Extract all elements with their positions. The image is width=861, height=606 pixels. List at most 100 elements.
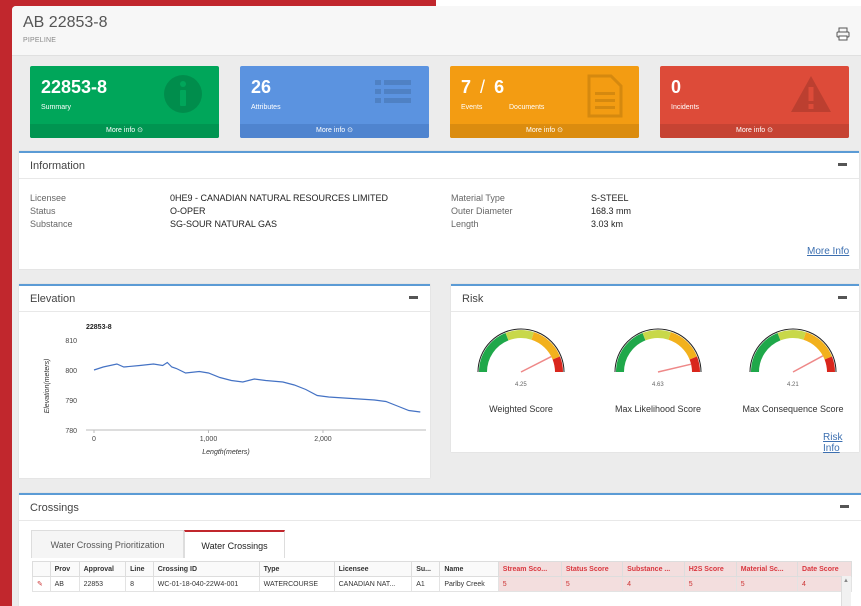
column-header[interactable]: Substance ... xyxy=(622,561,685,577)
page-title: AB 22853-8 xyxy=(23,14,108,31)
table-row[interactable]: ✎ AB 22853 8 WC-01-18-040-22W4-001 WATERCOURS… xyxy=(32,576,852,592)
column-header[interactable] xyxy=(32,561,51,577)
column-header[interactable]: Approval xyxy=(78,561,127,577)
material-type-label: Material Type xyxy=(451,193,505,203)
x-tick-label: 0 xyxy=(92,436,96,443)
y-tick-label: 790 xyxy=(65,398,77,405)
collapse-icon[interactable] xyxy=(409,296,418,299)
risk-gauge xyxy=(471,322,571,382)
table-header-row: Prov Approval Line Crossing ID Type Licensee S… xyxy=(32,561,852,577)
collapse-icon[interactable] xyxy=(838,296,847,299)
y-tick-label: 800 xyxy=(65,368,77,375)
attributes-value: 26 xyxy=(251,77,272,97)
incidents-more-info-link[interactable]: More info ⊙ xyxy=(660,124,849,138)
table-cell: Parlby Creek xyxy=(439,576,499,592)
elevation-panel: Elevation 22853-8 810 800 790 780 0 1,000 2,0… xyxy=(19,284,430,478)
crossings-title: Crossings xyxy=(30,502,79,514)
events-label: Events xyxy=(461,104,483,111)
main-panel: AB 22853-8 PIPELINE 22853-8 Summary More… xyxy=(12,6,861,606)
summary-label: Summary xyxy=(41,104,71,111)
elevation-header: Elevation xyxy=(19,286,430,312)
summary-more-info-link[interactable]: More info ⊙ xyxy=(30,124,219,138)
substance-label: Substance xyxy=(30,219,73,229)
page-subtitle: PIPELINE xyxy=(23,37,57,44)
summary-value: 22853-8 xyxy=(41,77,108,97)
gauge-score: 4.25 xyxy=(515,382,527,388)
elevation-series-line xyxy=(93,361,421,413)
crossings-header: Crossings xyxy=(19,495,861,521)
elevation-title: Elevation xyxy=(30,293,76,305)
table-cell: WC-01-18-040-22W4-001 xyxy=(152,576,260,592)
column-header[interactable]: H2S Score xyxy=(683,561,737,577)
gauge-label: Weighted Score xyxy=(489,404,553,414)
elevation-chart: 22853-8 810 800 790 780 0 1,000 2,000 Elevati… xyxy=(44,324,426,456)
table-cell: 5 xyxy=(683,576,737,592)
licensee-value: 0HE9 - CANADIAN NATURAL RESOURCES LIMITE… xyxy=(170,193,389,203)
column-header[interactable]: Line xyxy=(125,561,154,577)
incidents-box[interactable]: 0 Incidents More info ⊙ xyxy=(660,66,849,138)
length-label: Length xyxy=(451,219,479,229)
status-label: Status xyxy=(30,206,56,216)
column-header[interactable]: Stream Sco... xyxy=(497,561,562,577)
length-value: 3.03 km xyxy=(591,219,624,229)
print-icon[interactable] xyxy=(836,27,850,41)
information-panel: Information Licensee 0HE9 - CANADIAN NAT… xyxy=(19,151,859,269)
column-header[interactable]: Type xyxy=(258,561,335,577)
column-header[interactable]: Licensee xyxy=(333,561,413,577)
more-info-link[interactable]: More Info xyxy=(807,246,849,257)
chart-title: 22853-8 xyxy=(86,324,112,331)
crossings-table: Prov Approval Line Crossing ID Type Licensee S… xyxy=(32,561,852,592)
substance-value: SG-SOUR NATURAL GAS xyxy=(170,219,278,229)
column-header[interactable]: Su... xyxy=(411,561,441,577)
outer-diameter-label: Outer Diameter xyxy=(451,206,513,216)
summary-box[interactable]: 22853-8 Summary More info ⊙ xyxy=(30,66,219,138)
edit-icon[interactable]: ✎ xyxy=(32,576,51,592)
table-scrollbar[interactable]: ▲ xyxy=(841,576,851,606)
info-icon xyxy=(163,74,203,117)
document-icon xyxy=(587,74,623,121)
table-cell: 4 xyxy=(622,576,685,592)
incidents-label: Incidents xyxy=(671,104,700,111)
crossings-tabs: Water Crossing Prioritization Water Cros… xyxy=(31,530,285,558)
column-header[interactable]: Prov xyxy=(49,561,80,577)
page-header: AB 22853-8 PIPELINE xyxy=(12,6,861,56)
column-header[interactable]: Material Sc... xyxy=(735,561,799,577)
outer-diameter-value: 168.3 mm xyxy=(591,206,632,216)
column-header[interactable]: Name xyxy=(439,561,499,577)
gauge-label: Max Consequence Score xyxy=(742,404,844,414)
table-cell: WATERCOURSE xyxy=(258,576,335,592)
licensee-label: Licensee xyxy=(30,193,67,203)
documents-label: Documents xyxy=(509,104,545,111)
attributes-box[interactable]: 26 Attributes More info ⊙ xyxy=(240,66,429,138)
scroll-up-icon[interactable]: ▲ xyxy=(843,578,849,584)
table-cell: CANADIAN NAT... xyxy=(333,576,413,592)
table-cell: 5 xyxy=(735,576,799,592)
table-cell: 5 xyxy=(497,576,562,592)
table-cell: 8 xyxy=(125,576,154,592)
incidents-value: 0 xyxy=(671,77,682,97)
tab-water-crossing-prioritization[interactable]: Water Crossing Prioritization xyxy=(31,530,184,558)
column-header[interactable]: Status Score xyxy=(560,561,624,577)
tab-water-crossings[interactable]: Water Crossings xyxy=(184,530,285,558)
information-header: Information xyxy=(19,153,859,179)
material-type-value: S-STEEL xyxy=(591,193,629,203)
risk-gauge xyxy=(608,322,708,382)
collapse-icon[interactable] xyxy=(838,163,847,166)
attributes-label: Attributes xyxy=(251,104,281,111)
attributes-more-info-link[interactable]: More info ⊙ xyxy=(240,124,429,138)
table-cell: 22853 xyxy=(78,576,127,592)
risk-title: Risk xyxy=(462,293,484,305)
column-header[interactable]: Date Score xyxy=(797,561,852,577)
y-tick-label: 780 xyxy=(65,428,77,435)
events-value: 7 / 6 xyxy=(461,77,505,97)
information-title: Information xyxy=(30,160,86,172)
gauge-score: 4.21 xyxy=(787,382,799,388)
events-documents-box[interactable]: 7 / 6 Events Documents More info ⊙ xyxy=(450,66,639,138)
column-header[interactable]: Crossing ID xyxy=(152,561,260,577)
risk-gauge xyxy=(743,322,843,382)
collapse-icon[interactable] xyxy=(840,505,849,508)
risk-header: Risk xyxy=(451,286,859,312)
events-more-info-link[interactable]: More info ⊙ xyxy=(450,124,639,138)
risk-info-link[interactable]: Risk Info xyxy=(823,432,859,454)
x-axis-label: Length(meters) xyxy=(202,449,249,456)
